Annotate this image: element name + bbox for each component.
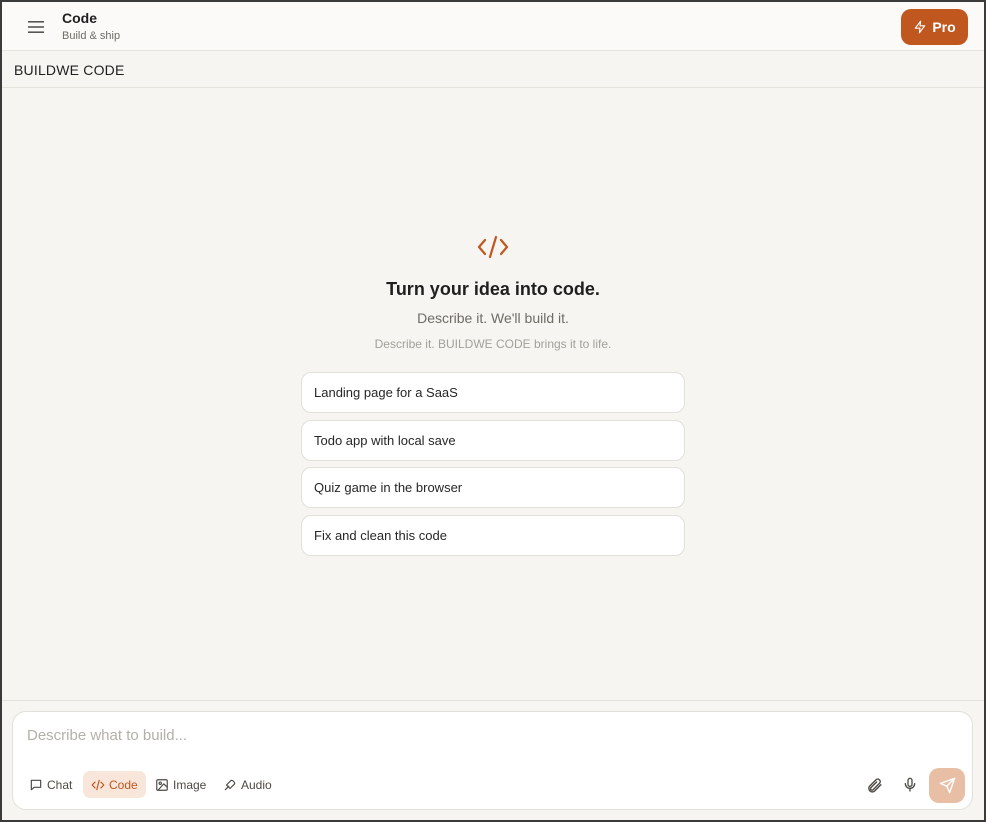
page-title: Code (62, 10, 97, 26)
app-window: Code Build & ship Pro BUILDWE CODE Turn … (2, 2, 984, 820)
code-icon (91, 779, 105, 790)
code-icon (477, 235, 509, 259)
page-subtitle: Build & ship (62, 30, 121, 42)
top-bar: Code Build & ship Pro (2, 2, 984, 51)
menu-button[interactable] (22, 16, 50, 38)
chat-icon (30, 779, 42, 790)
paperclip-icon (867, 777, 882, 793)
suggestion-label: Todo app with local save (314, 433, 456, 448)
microphone-button[interactable] (898, 773, 922, 797)
brand-bar: BUILDWE CODE (2, 51, 984, 88)
hamburger-menu-icon (28, 21, 44, 33)
audio-icon (224, 779, 236, 790)
send-button[interactable] (929, 768, 965, 803)
send-icon (939, 777, 955, 794)
image-icon (156, 778, 168, 791)
pro-label: Pro (932, 19, 956, 35)
mode-label: Image (173, 777, 207, 792)
mode-label: Chat (47, 777, 73, 792)
mode-label: Code (109, 777, 138, 792)
pro-upgrade-button[interactable]: Pro (901, 9, 968, 45)
hero-subtitle: Describe it. We'll build it. (417, 310, 569, 326)
composer: Chat Code Image Audio (12, 711, 973, 810)
suggestion-fix-code[interactable]: Fix and clean this code (301, 515, 685, 556)
suggestion-label: Fix and clean this code (314, 528, 447, 543)
prompt-input[interactable] (27, 724, 957, 746)
suggestion-todo-app[interactable]: Todo app with local save (301, 420, 685, 461)
microphone-icon (904, 777, 916, 792)
mode-label: Audio (241, 777, 272, 792)
mode-code-button[interactable]: Code (83, 771, 146, 798)
hero-title: Turn your idea into code. (386, 279, 600, 299)
brand-name: BUILDWE CODE (14, 62, 125, 78)
attach-button[interactable] (862, 773, 886, 797)
suggestion-landing-page[interactable]: Landing page for a SaaS (301, 372, 685, 413)
mode-audio-button[interactable]: Audio (215, 771, 280, 798)
mode-image-button[interactable]: Image (147, 771, 214, 798)
suggestion-label: Landing page for a SaaS (314, 385, 458, 400)
suggestion-quiz-game[interactable]: Quiz game in the browser (301, 467, 685, 508)
suggestion-label: Quiz game in the browser (314, 480, 463, 495)
mode-chat-button[interactable]: Chat (21, 771, 80, 798)
hero-note: Describe it. BUILDWE CODE brings it to l… (374, 337, 612, 351)
lightning-icon (915, 20, 926, 34)
